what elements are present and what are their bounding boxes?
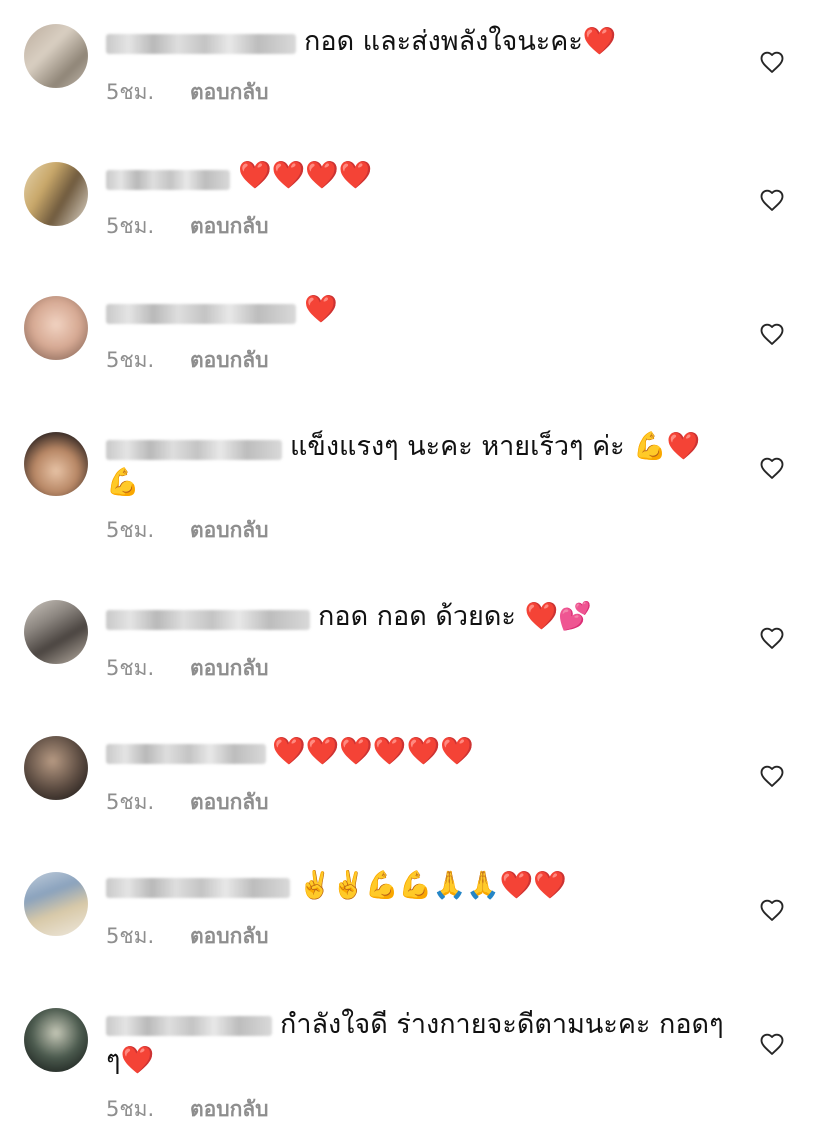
comment-time: 5ชม.: [106, 924, 155, 948]
reply-button[interactable]: ตอบกลับ: [190, 790, 269, 814]
comment-text: ❤️❤️❤️❤️❤️❤️: [272, 736, 474, 767]
username-blurred[interactable]: [106, 34, 296, 54]
username-blurred[interactable]: [106, 304, 296, 324]
comment-meta: 5ชม. ตอบกลับ: [106, 1096, 269, 1122]
reply-button[interactable]: ตอบกลับ: [190, 348, 269, 372]
avatar[interactable]: [24, 872, 88, 936]
comment-meta: 5ชม. ตอบกลับ: [106, 655, 269, 681]
heart-outline-icon: [760, 1033, 784, 1055]
comment-meta: 5ชม. ตอบกลับ: [106, 347, 269, 373]
comment-text-continued: ๆ❤️: [106, 1045, 155, 1076]
heart-outline-icon: [760, 457, 784, 479]
comment-meta: 5ชม. ตอบกลับ: [106, 213, 269, 239]
reply-button[interactable]: ตอบกลับ: [190, 1097, 269, 1121]
username-blurred[interactable]: [106, 440, 282, 460]
like-button[interactable]: [758, 186, 786, 214]
like-button[interactable]: [758, 454, 786, 482]
avatar[interactable]: [24, 162, 88, 226]
heart-outline-icon: [760, 627, 784, 649]
reply-button[interactable]: ตอบกลับ: [190, 214, 269, 238]
comment-meta: 5ชม. ตอบกลับ: [106, 789, 269, 815]
avatar[interactable]: [24, 296, 88, 360]
comment-text: กำลังใจดี ร่างกายจะดีตามนะคะ กอดๆ: [280, 1009, 724, 1040]
heart-outline-icon: [760, 189, 784, 211]
comment-meta: 5ชม. ตอบกลับ: [106, 517, 269, 543]
like-button[interactable]: [758, 896, 786, 924]
comment-time: 5ชม.: [106, 1097, 155, 1121]
comment-time: 5ชม.: [106, 518, 155, 542]
like-button[interactable]: [758, 624, 786, 652]
like-button[interactable]: [758, 320, 786, 348]
heart-outline-icon: [760, 765, 784, 787]
like-button[interactable]: [758, 762, 786, 790]
username-blurred[interactable]: [106, 610, 310, 630]
username-blurred[interactable]: [106, 878, 290, 898]
comment-text: ✌️✌️💪💪🙏🙏❤️❤️: [298, 870, 567, 901]
username-blurred[interactable]: [106, 170, 230, 190]
comment-time: 5ชม.: [106, 348, 155, 372]
heart-outline-icon: [760, 323, 784, 345]
heart-outline-icon: [760, 899, 784, 921]
like-button[interactable]: [758, 1030, 786, 1058]
avatar[interactable]: [24, 24, 88, 88]
reply-button[interactable]: ตอบกลับ: [190, 656, 269, 680]
heart-outline-icon: [760, 51, 784, 73]
comment-time: 5ชม.: [106, 214, 155, 238]
comment-time: 5ชม.: [106, 656, 155, 680]
comment-meta: 5ชม. ตอบกลับ: [106, 79, 269, 105]
comment-text: แข็งแรงๆ นะคะ หายเร็วๆ ค่ะ 💪❤️: [290, 431, 701, 462]
avatar[interactable]: [24, 432, 88, 496]
comment-text: กอด กอด ด้วยดะ ❤️💕: [318, 601, 592, 632]
comment-text-continued: 💪: [106, 467, 140, 498]
username-blurred[interactable]: [106, 1016, 272, 1036]
comment-time: 5ชม.: [106, 80, 155, 104]
comment-text: ❤️: [304, 294, 338, 325]
username-blurred[interactable]: [106, 744, 266, 764]
avatar[interactable]: [24, 736, 88, 800]
avatar[interactable]: [24, 600, 88, 664]
reply-button[interactable]: ตอบกลับ: [190, 924, 269, 948]
comment-meta: 5ชม. ตอบกลับ: [106, 923, 269, 949]
comment-text: กอด และส่งพลังใจนะคะ❤️: [304, 26, 617, 57]
reply-button[interactable]: ตอบกลับ: [190, 80, 269, 104]
comment-text: ❤️❤️❤️❤️: [238, 160, 373, 191]
avatar[interactable]: [24, 1008, 88, 1072]
comment-time: 5ชม.: [106, 790, 155, 814]
like-button[interactable]: [758, 48, 786, 76]
reply-button[interactable]: ตอบกลับ: [190, 518, 269, 542]
